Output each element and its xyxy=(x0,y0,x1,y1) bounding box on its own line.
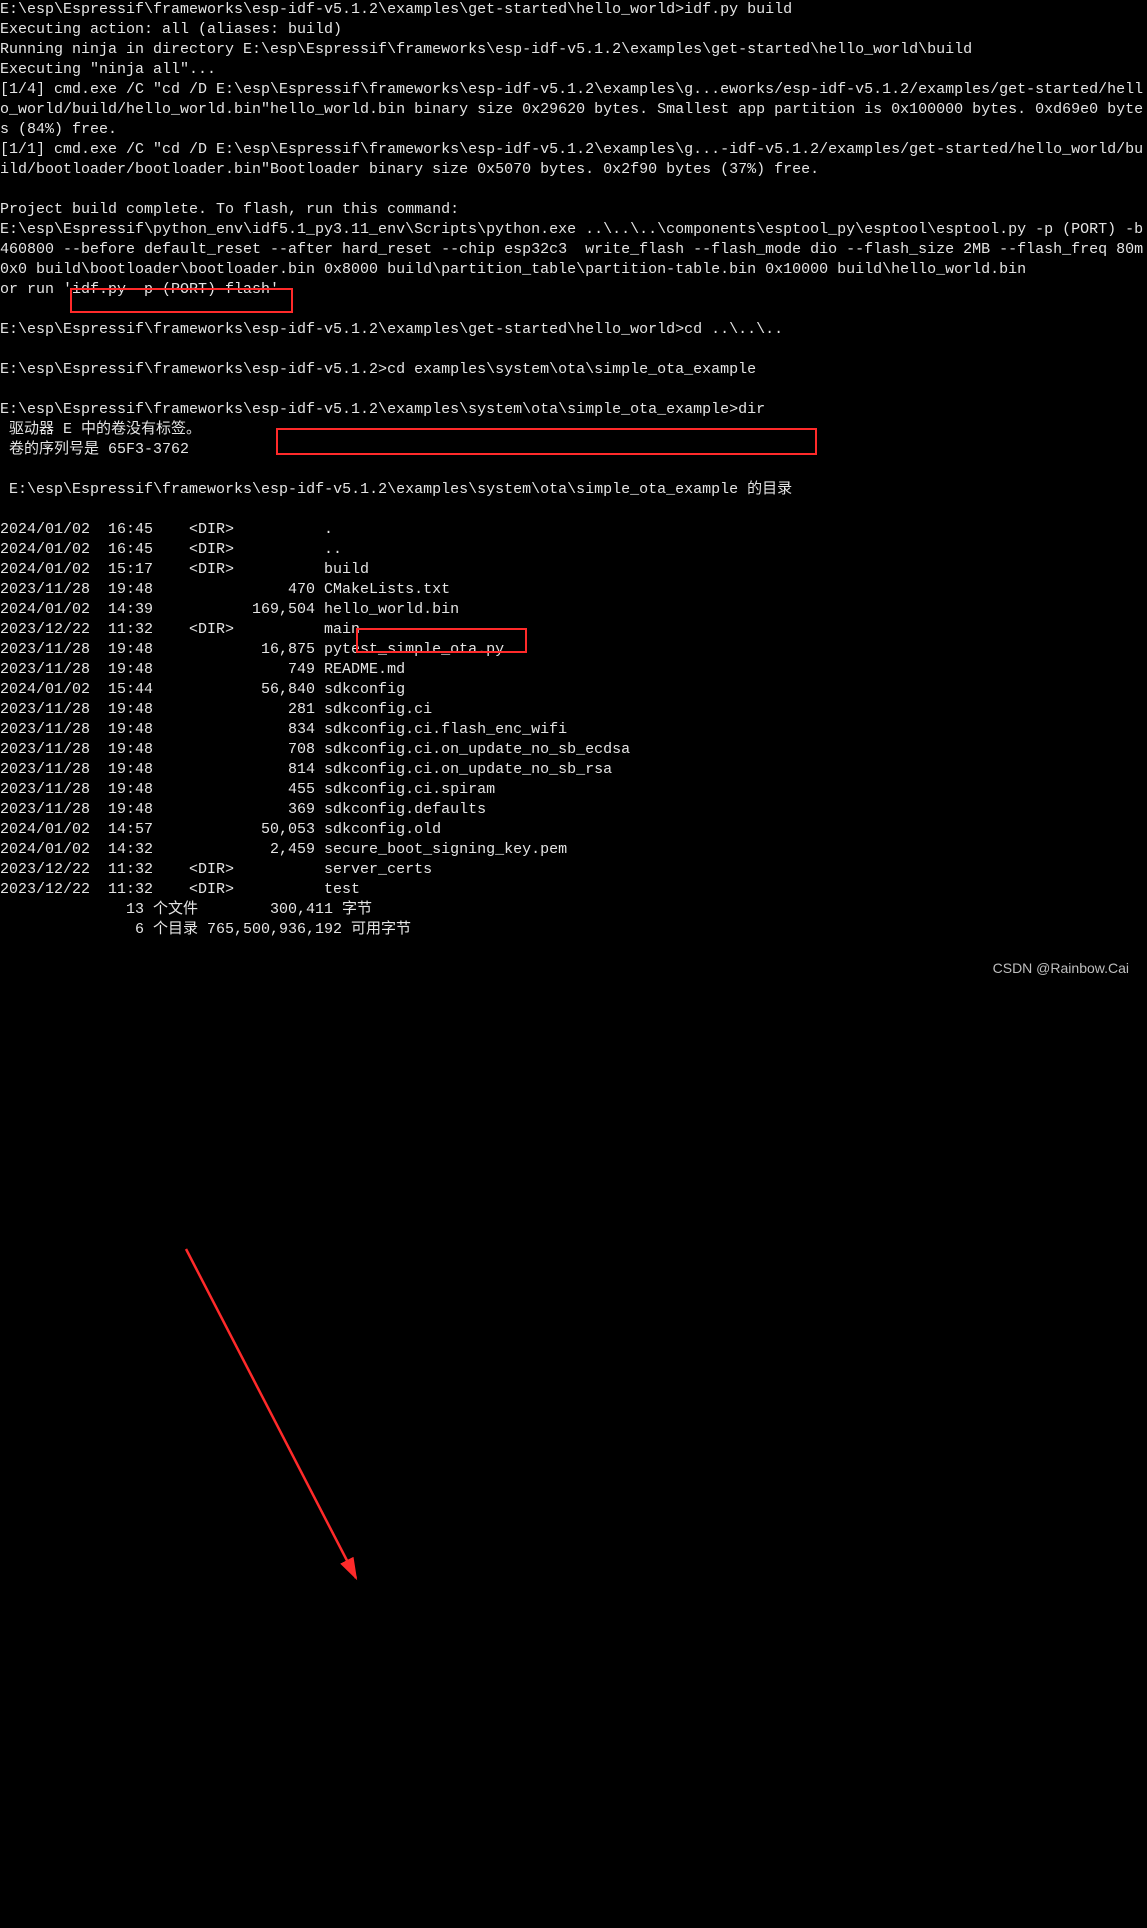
terminal-line: 6 个目录 765,500,936,192 可用字节 xyxy=(0,920,1147,940)
terminal-line: E:\esp\Espressif\frameworks\esp-idf-v5.1… xyxy=(0,360,1147,380)
terminal-line: E:\esp\Espressif\frameworks\esp-idf-v5.1… xyxy=(0,480,1147,500)
terminal-line xyxy=(0,180,1147,200)
terminal-line: E:\esp\Espressif\frameworks\esp-idf-v5.1… xyxy=(0,0,1147,20)
terminal-line: Running ninja in directory E:\esp\Espres… xyxy=(0,40,1147,60)
terminal-line: 2023/11/28 19:48 455 sdkconfig.ci.spiram xyxy=(0,780,1147,800)
watermark: CSDN @Rainbow.Cai xyxy=(993,958,1129,978)
terminal-line xyxy=(0,500,1147,520)
terminal-line: 2024/01/02 14:39 169,504 hello_world.bin xyxy=(0,600,1147,620)
terminal-line: or run 'idf.py -p (PORT) flash' xyxy=(0,280,1147,300)
terminal-line: [1/4] cmd.exe /C "cd /D E:\esp\Espressif… xyxy=(0,80,1147,140)
terminal-line: 2023/11/28 19:48 814 sdkconfig.ci.on_upd… xyxy=(0,760,1147,780)
terminal-line: 2023/11/28 19:48 369 sdkconfig.defaults xyxy=(0,800,1147,820)
terminal-line: 2024/01/02 16:45 <DIR> .. xyxy=(0,540,1147,560)
terminal-line: E:\esp\Espressif\frameworks\esp-idf-v5.1… xyxy=(0,320,1147,340)
terminal-output: E:\esp\Espressif\frameworks\esp-idf-v5.1… xyxy=(0,0,1147,940)
terminal-line: 2024/01/02 14:57 50,053 sdkconfig.old xyxy=(0,820,1147,840)
terminal-line: 2024/01/02 15:44 56,840 sdkconfig xyxy=(0,680,1147,700)
terminal-line: Executing action: all (aliases: build) xyxy=(0,20,1147,40)
terminal-line: 2023/11/28 19:48 281 sdkconfig.ci xyxy=(0,700,1147,720)
terminal-line: 13 个文件 300,411 字节 xyxy=(0,900,1147,920)
terminal-line xyxy=(0,460,1147,480)
terminal-line: [1/1] cmd.exe /C "cd /D E:\esp\Espressif… xyxy=(0,140,1147,180)
terminal-line: 2023/11/28 19:48 749 README.md xyxy=(0,660,1147,680)
terminal-line: 2023/11/28 19:48 708 sdkconfig.ci.on_upd… xyxy=(0,740,1147,760)
terminal-line: 驱动器 E 中的卷没有标签。 xyxy=(0,420,1147,440)
terminal-line xyxy=(0,340,1147,360)
terminal-line: 2023/12/22 11:32 <DIR> test xyxy=(0,880,1147,900)
terminal-line: 2024/01/02 15:17 <DIR> build xyxy=(0,560,1147,580)
terminal-line: 2023/11/28 19:48 16,875 pytest_simple_ot… xyxy=(0,640,1147,660)
terminal-line: 2023/11/28 19:48 834 sdkconfig.ci.flash_… xyxy=(0,720,1147,740)
terminal-line xyxy=(0,300,1147,320)
annotation-arrow xyxy=(0,940,1147,1928)
terminal-line xyxy=(0,380,1147,400)
terminal-line: 2023/12/22 11:32 <DIR> main xyxy=(0,620,1147,640)
terminal-line: 卷的序列号是 65F3-3762 xyxy=(0,440,1147,460)
terminal-line: 2023/11/28 19:48 470 CMakeLists.txt xyxy=(0,580,1147,600)
terminal-line: Executing "ninja all"... xyxy=(0,60,1147,80)
terminal-line: 2023/12/22 11:32 <DIR> server_certs xyxy=(0,860,1147,880)
terminal-line: E:\esp\Espressif\python_env\idf5.1_py3.1… xyxy=(0,220,1147,280)
terminal-line: 2024/01/02 16:45 <DIR> . xyxy=(0,520,1147,540)
terminal-line: Project build complete. To flash, run th… xyxy=(0,200,1147,220)
terminal-line: 2024/01/02 14:32 2,459 secure_boot_signi… xyxy=(0,840,1147,860)
terminal-line: E:\esp\Espressif\frameworks\esp-idf-v5.1… xyxy=(0,400,1147,420)
